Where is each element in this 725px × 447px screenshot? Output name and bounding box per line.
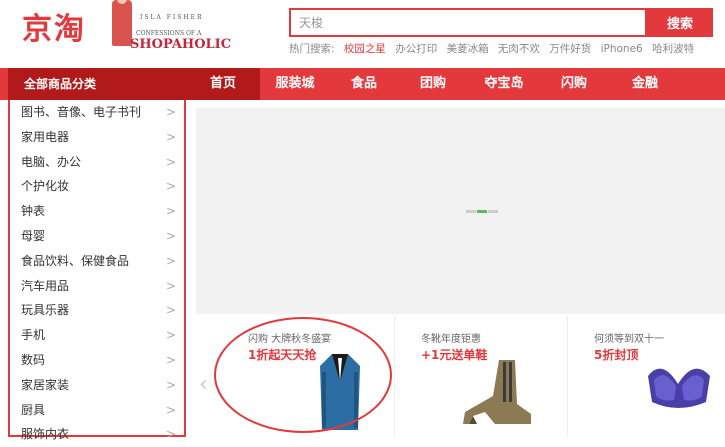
header-ad-banner[interactable]: ISLA FISHER CONFESSIONS OF A SHOPAHOLIC bbox=[112, 0, 231, 58]
category-label: 个护化妆 bbox=[21, 179, 70, 194]
category-item[interactable]: 家用电器 > bbox=[10, 125, 184, 150]
ad-line-1: ISLA FISHER bbox=[140, 14, 204, 21]
chevron-right-icon: > bbox=[165, 105, 176, 119]
boot-image bbox=[463, 360, 531, 424]
all-categories-header[interactable]: 全部商品分类 bbox=[8, 68, 186, 100]
hot-search-bar: 热门搜索: 校园之星 办公打印 美菱冰箱 无肉不欢 万件好货 iPhone6 哈… bbox=[289, 41, 700, 56]
hot-search-link[interactable]: 哈利波特 bbox=[652, 43, 694, 55]
category-label: 手机 bbox=[21, 328, 46, 343]
search-button[interactable]: 搜索 bbox=[647, 8, 713, 37]
loading-indicator bbox=[466, 210, 498, 213]
lingerie-image bbox=[648, 368, 710, 408]
category-item[interactable]: 电脑、办公 > bbox=[10, 150, 184, 175]
nav-item-clothing[interactable]: 服装城 bbox=[260, 68, 330, 100]
category-label: 玩具乐器 bbox=[21, 303, 70, 318]
nav-item-food[interactable]: 食品 bbox=[330, 68, 398, 100]
category-label: 厨具 bbox=[21, 402, 46, 417]
nav-item-group-buy[interactable]: 团购 bbox=[398, 68, 468, 100]
promo-boots[interactable]: 冬靴年度钜惠 +1元送单鞋 bbox=[395, 316, 568, 437]
main-nav: 首页 服装城 食品 团购 夺宝岛 闪购 金融 bbox=[186, 68, 682, 100]
category-item[interactable]: 钟表 > bbox=[10, 199, 184, 224]
nav-item-home[interactable]: 首页 bbox=[186, 68, 260, 100]
category-item[interactable]: 服饰内衣 > bbox=[10, 422, 184, 447]
chevron-left-icon[interactable]: ‹ bbox=[199, 372, 208, 397]
category-label: 电脑、办公 bbox=[21, 154, 82, 169]
ad-line-2: CONFESSIONS OF A bbox=[136, 30, 202, 37]
promo-lingerie[interactable]: 何须等到双十一 5折封顶 bbox=[568, 316, 725, 437]
nav-item-finance[interactable]: 金融 bbox=[608, 68, 682, 100]
nav-item-flash-sale[interactable]: 闪购 bbox=[540, 68, 608, 100]
category-item[interactable]: 汽车用品 > bbox=[10, 274, 184, 299]
category-item[interactable]: 家居家装 > bbox=[10, 373, 184, 398]
highlight-annotation-circle bbox=[214, 317, 392, 433]
chevron-right-icon: > bbox=[165, 129, 176, 144]
promo-title: 5折封顶 bbox=[594, 348, 639, 362]
category-sidebar: 图书、音像、电子书刊 > 家用电器 > 电脑、办公 > 个护化妆 > 钟表 > 母婴 > 食… bbox=[8, 100, 186, 441]
category-item[interactable]: 手机 > bbox=[10, 323, 184, 348]
hot-search-link[interactable]: 办公打印 bbox=[395, 43, 437, 55]
category-label: 家居家装 bbox=[21, 377, 70, 392]
hot-search-link[interactable]: 无肉不欢 bbox=[498, 43, 540, 55]
category-item[interactable]: 母婴 > bbox=[10, 224, 184, 249]
promo-subtitle: 何须等到双十一 bbox=[594, 334, 664, 345]
hot-search-label: 热门搜索: bbox=[289, 43, 335, 55]
search-box bbox=[289, 8, 647, 37]
chevron-right-icon: > bbox=[165, 278, 176, 293]
chevron-right-icon: > bbox=[165, 377, 176, 392]
category-item[interactable]: 厨具 > bbox=[10, 398, 184, 423]
category-item[interactable]: 玩具乐器 > bbox=[10, 298, 184, 323]
logo-text: 京淘 bbox=[22, 12, 86, 47]
banner-carousel[interactable] bbox=[196, 108, 725, 314]
category-label: 钟表 bbox=[21, 204, 46, 219]
chevron-right-icon: > bbox=[165, 204, 176, 219]
loading-dot-active bbox=[477, 210, 487, 213]
hot-search-link[interactable]: iPhone6 bbox=[601, 43, 643, 55]
category-label: 食品饮料、保健食品 bbox=[21, 253, 130, 268]
search-input[interactable] bbox=[291, 10, 647, 35]
category-label: 母婴 bbox=[21, 228, 46, 243]
category-item[interactable]: 数码 > bbox=[10, 348, 184, 373]
nav-item-treasure-island[interactable]: 夺宝岛 bbox=[468, 68, 540, 100]
chevron-right-icon: > bbox=[165, 154, 176, 169]
chevron-right-icon: > bbox=[165, 228, 176, 243]
chevron-right-icon: > bbox=[165, 352, 176, 367]
category-label: 服饰内衣 bbox=[21, 427, 70, 442]
category-item[interactable]: 个护化妆 > bbox=[10, 174, 184, 199]
chevron-right-icon: > bbox=[165, 179, 176, 194]
category-item[interactable]: 食品饮料、保健食品 > bbox=[10, 249, 184, 274]
hot-search-link[interactable]: 美菱冰箱 bbox=[447, 43, 489, 55]
promo-subtitle: 冬靴年度钜惠 bbox=[421, 334, 481, 345]
hot-search-link[interactable]: 校园之星 bbox=[344, 43, 386, 55]
chevron-right-icon: > bbox=[165, 328, 176, 343]
category-label: 数码 bbox=[21, 352, 46, 367]
site-logo[interactable]: 京淘 bbox=[22, 6, 112, 54]
category-label: 图书、音像、电子书刊 bbox=[21, 105, 142, 119]
ad-line-3: SHOPAHOLIC bbox=[130, 37, 232, 52]
category-label: 家用电器 bbox=[21, 129, 70, 144]
chevron-right-icon: > bbox=[165, 253, 176, 268]
chevron-right-icon: > bbox=[165, 427, 176, 442]
category-label: 汽车用品 bbox=[21, 278, 70, 293]
category-item[interactable]: 图书、音像、电子书刊 > bbox=[10, 100, 184, 125]
hot-search-link[interactable]: 万件好货 bbox=[549, 43, 591, 55]
loading-dot bbox=[488, 210, 498, 213]
loading-dot bbox=[466, 210, 476, 213]
chevron-right-icon: > bbox=[165, 402, 176, 417]
chevron-right-icon: > bbox=[165, 303, 176, 318]
ad-figure-image bbox=[112, 0, 132, 46]
